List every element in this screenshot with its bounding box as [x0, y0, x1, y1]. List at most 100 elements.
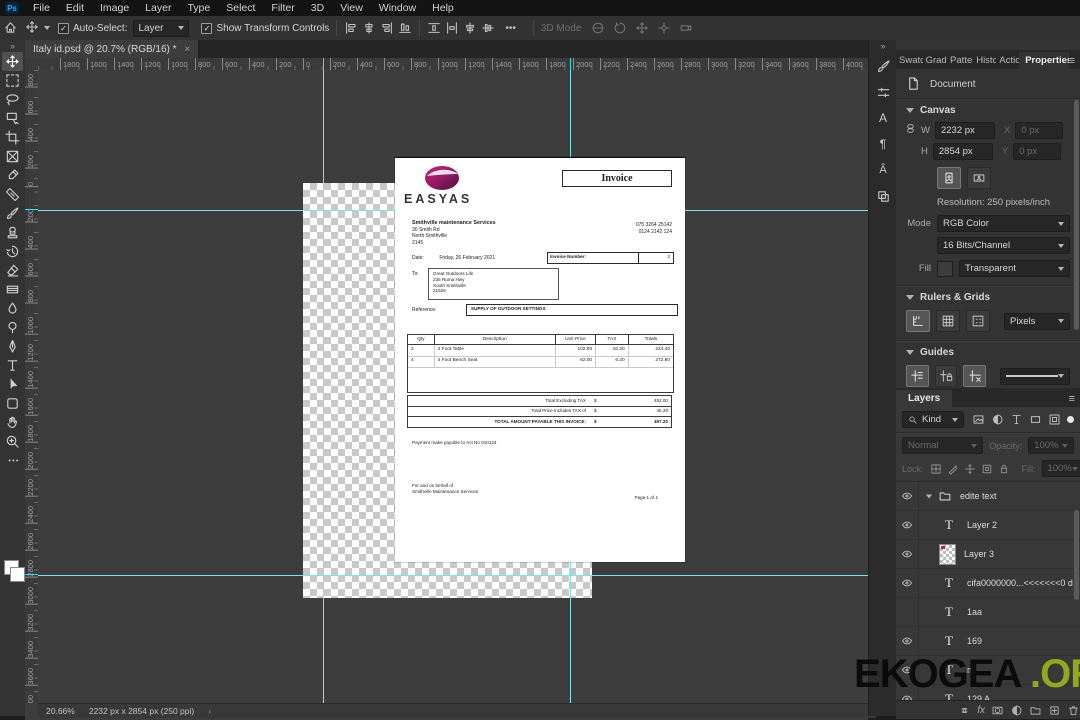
panel-mixer-brush-icon[interactable] — [871, 80, 895, 104]
lock-transparency-icon[interactable] — [930, 463, 942, 475]
visibility-toggle[interactable] — [896, 569, 919, 597]
guide-vertical-1[interactable] — [323, 70, 324, 703]
toggle-pixel-grid-button[interactable] — [966, 310, 990, 332]
width-field[interactable]: 2232 px — [935, 122, 995, 139]
layer-row[interactable]: Tm — [896, 656, 1080, 685]
group-expand-caret-icon[interactable] — [926, 494, 932, 498]
guide-style-dropdown[interactable] — [1000, 368, 1070, 385]
filter-shape-layers-icon[interactable] — [1029, 413, 1042, 426]
ruler-units-dropdown[interactable]: Pixels — [1004, 313, 1070, 330]
dist-1-icon[interactable] — [427, 21, 441, 35]
visibility-toggle[interactable] — [896, 511, 919, 539]
lasso-tool[interactable] — [2, 90, 23, 109]
link-dimensions-icon[interactable] — [906, 123, 916, 139]
tab-layers[interactable]: Layers — [896, 390, 952, 407]
layer-effects-button[interactable]: fx — [977, 705, 985, 716]
bit-depth-dropdown[interactable]: 16 Bits/Channel — [937, 237, 1070, 254]
align-1-icon[interactable] — [344, 21, 358, 35]
filter-pixel-layers-icon[interactable] — [972, 413, 985, 426]
crop-tool[interactable] — [2, 128, 23, 147]
dodge-tool[interactable] — [2, 318, 23, 337]
shape-tool[interactable] — [2, 394, 23, 413]
panel-tab-properties[interactable]: Properties — [1019, 52, 1068, 69]
layer-row[interactable]: T169 — [896, 627, 1080, 656]
type-layer-thumbnail[interactable]: T — [939, 633, 959, 649]
tool-preset-chevron-icon[interactable] — [44, 26, 50, 30]
menu-window[interactable]: Window — [371, 0, 424, 16]
lock-all-icon[interactable] — [998, 463, 1010, 475]
lock-position-icon[interactable] — [964, 463, 976, 475]
filter-toggle-icon[interactable] — [1067, 416, 1074, 423]
properties-scrollbar[interactable] — [1074, 100, 1079, 330]
menu-image[interactable]: Image — [92, 0, 137, 16]
lock-paint-icon[interactable] — [947, 463, 959, 475]
layer-row[interactable]: TLayer 2 — [896, 511, 1080, 540]
panel-tab-patter[interactable]: Patter — [947, 52, 973, 69]
type-layer-thumbnail[interactable]: T — [939, 662, 959, 678]
dist-2-icon[interactable] — [445, 21, 459, 35]
panel-paragraph-icon[interactable]: ¶ — [871, 132, 895, 156]
align-3-icon[interactable] — [380, 21, 394, 35]
layer-thumbnail[interactable] — [939, 544, 956, 565]
new-layer-button[interactable] — [1048, 704, 1061, 717]
auto-select-dropdown[interactable]: Layer — [133, 20, 189, 37]
pen-tool[interactable] — [2, 337, 23, 356]
panel-tab-histo[interactable]: Histo — [973, 52, 996, 69]
layers-scrollbar[interactable] — [1074, 510, 1079, 600]
layer-name[interactable]: cifa0000000...<<<<<<<0 d — [967, 578, 1073, 588]
menu-layer[interactable]: Layer — [137, 0, 179, 16]
panels-expand-icon[interactable]: » — [869, 40, 897, 52]
blur-tool[interactable] — [2, 299, 23, 318]
delete-layer-button[interactable] — [1067, 704, 1080, 717]
filter-smart-objects-icon[interactable] — [1048, 413, 1061, 426]
visibility-toggle[interactable] — [896, 598, 919, 626]
layer-name[interactable]: m — [967, 665, 975, 675]
clear-guides-button[interactable] — [963, 365, 986, 387]
toggle-guides-button[interactable] — [906, 365, 929, 387]
panel-character-icon[interactable]: A — [871, 106, 895, 130]
guides-section-header[interactable]: Guides — [896, 341, 1080, 364]
color-mode-dropdown[interactable]: RGB Color — [937, 215, 1070, 232]
panel-clone-source-icon[interactable] — [871, 184, 895, 208]
layer-row[interactable]: T129 A — [896, 685, 1080, 700]
history-brush-tool[interactable] — [2, 242, 23, 261]
layer-filter-dropdown[interactable]: Kind — [902, 411, 964, 428]
link-layers-button[interactable] — [958, 704, 971, 717]
layer-row[interactable]: edite text — [896, 482, 1080, 511]
layer-name[interactable]: Layer 2 — [967, 520, 997, 530]
panel-tab-actio[interactable]: Actio — [996, 52, 1019, 69]
canvas-area[interactable]: EASYAS Invoice Smithville maintenance Se… — [38, 70, 868, 703]
toolbar-collapse-icon[interactable]: » — [0, 40, 25, 52]
visibility-toggle[interactable] — [896, 627, 919, 655]
object-selection-tool[interactable] — [2, 109, 23, 128]
dist-3-icon[interactable] — [463, 21, 477, 35]
lock-artboard-icon[interactable] — [981, 463, 993, 475]
menu-view[interactable]: View — [332, 0, 371, 16]
layer-name[interactable]: edite text — [960, 491, 997, 501]
status-chevron-icon[interactable]: › — [208, 706, 211, 716]
path-select-tool[interactable] — [2, 375, 23, 394]
fill-swatch[interactable] — [937, 261, 953, 277]
align-4-icon[interactable] — [398, 21, 412, 35]
zoom-level-field[interactable]: 20.66% — [46, 706, 75, 716]
panel-tab-swatc[interactable]: Swatc — [896, 52, 923, 69]
clone-stamp-tool[interactable] — [2, 223, 23, 242]
layer-name[interactable]: 1aa — [967, 607, 982, 617]
type-layer-thumbnail[interactable]: T — [939, 691, 959, 700]
auto-select-checkbox[interactable]: ✓ — [58, 23, 69, 34]
frame-tool[interactable] — [2, 147, 23, 166]
add-mask-button[interactable] — [991, 704, 1004, 717]
orientation-landscape-button[interactable] — [967, 167, 991, 189]
document-tab[interactable]: Italy id.psd @ 20.7% (RGB/16) * × — [25, 40, 199, 58]
eyedropper-tool[interactable] — [2, 166, 23, 185]
home-icon[interactable] — [3, 20, 19, 36]
more-options-button[interactable]: ••• — [505, 23, 516, 34]
visibility-toggle[interactable] — [896, 656, 919, 684]
new-group-button[interactable] — [1029, 704, 1042, 717]
brush-tool[interactable] — [2, 204, 23, 223]
height-field[interactable]: 2854 px — [933, 143, 993, 160]
filter-adjustment-layers-icon[interactable] — [991, 413, 1004, 426]
photoshop-logo-icon[interactable]: Ps — [5, 2, 19, 14]
layer-row[interactable]: Layer 3 — [896, 540, 1080, 569]
type-tool[interactable] — [2, 356, 23, 375]
